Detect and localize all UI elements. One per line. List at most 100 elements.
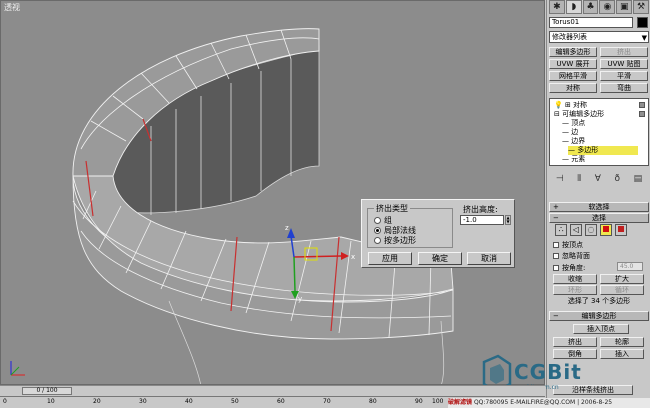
perspective-viewport[interactable]: x z y 透视 xyxy=(0,0,545,385)
mod-bend-button[interactable]: 弯曲 xyxy=(600,83,648,93)
display-tab-icon[interactable]: ▣ xyxy=(616,0,633,14)
viewport-label[interactable]: 透视 xyxy=(4,2,20,13)
loop-button[interactable]: 循环 xyxy=(600,285,644,295)
stack-item-element[interactable]: — 元素 xyxy=(562,155,585,164)
modifier-list-dropdown[interactable]: 修改器列表 ▼ xyxy=(549,31,649,43)
edge-mode-icon[interactable]: ◁ xyxy=(570,224,582,236)
tick-label: 0 xyxy=(3,398,7,405)
radio-by-polygon[interactable] xyxy=(374,237,381,244)
apply-button[interactable]: 应用 xyxy=(368,252,412,265)
ok-button[interactable]: 确定 xyxy=(418,252,462,265)
by-angle-label: 按角度: xyxy=(562,264,586,272)
object-color-swatch[interactable] xyxy=(637,17,648,28)
mod-uvw-unwrap-button[interactable]: UVW 展开 xyxy=(549,59,597,69)
motion-tab-icon[interactable]: ◉ xyxy=(599,0,616,14)
stack-toggle-icon[interactable] xyxy=(639,111,645,117)
stack-item-edge[interactable]: — 边 xyxy=(562,128,578,137)
extrusion-height-input[interactable]: -1.0 xyxy=(460,215,504,225)
mod-smooth-button[interactable]: 平滑 xyxy=(600,71,648,81)
extrusion-type-title: 挤出类型 xyxy=(374,203,410,214)
stack-item-vertex[interactable]: — 顶点 xyxy=(562,119,585,128)
tick-label: 80 xyxy=(369,398,377,405)
grow-button[interactable]: 扩大 xyxy=(600,274,644,284)
soft-selection-title: 软选择 xyxy=(588,203,610,211)
status-text: QQ:780095 E-MAILFIRE@QQ.COM | 2006-8-25 xyxy=(473,399,613,406)
stack-item-editable-poly[interactable]: ⊟ 可编辑多边形 xyxy=(554,110,604,119)
create-tab-icon[interactable]: ✱ xyxy=(549,0,565,14)
status-strip: 破解滤镜 QQ:780095 E-MAILFIRE@QQ.COM | 2006-… xyxy=(448,398,650,408)
mod-uvw-map-button[interactable]: UVW 贴图 xyxy=(600,59,648,69)
mod-symmetry-button[interactable]: 对称 xyxy=(549,83,597,93)
command-panel-tabs: ✱ ◗ ♣ ◉ ▣ ⚒ xyxy=(549,0,649,15)
modifier-list-label: 修改器列表 xyxy=(552,33,587,41)
stack-item-polygon[interactable]: — 多边形 xyxy=(568,146,638,155)
by-angle-checkbox[interactable]: 按角度: xyxy=(553,263,585,273)
configure-sets-icon[interactable]: ▤ xyxy=(634,174,643,184)
time-slider[interactable]: 0 / 100 xyxy=(22,387,72,395)
modifier-stack[interactable]: 💡 ⊞ 对称 ⊟ 可编辑多边形 — 顶点 — 边 — 边界 — 多边形 — 元素 xyxy=(549,98,649,166)
extrude-button[interactable]: 挤出 xyxy=(553,337,597,347)
hierarchy-tab-icon[interactable]: ♣ xyxy=(582,0,599,14)
collapse-icon: − xyxy=(553,312,559,320)
border-mode-icon[interactable]: ◌ xyxy=(585,224,597,236)
gizmo-y-label: y xyxy=(298,295,302,303)
gizmo-x-label: x xyxy=(351,253,355,261)
by-vertex-checkbox[interactable]: 按顶点 xyxy=(553,240,583,250)
radio-by-polygon-label: 按多边形 xyxy=(384,236,416,245)
stack-item-symmetry[interactable]: 💡 ⊞ 对称 xyxy=(554,101,587,110)
ring-button[interactable]: 环形 xyxy=(553,285,597,295)
cancel-button[interactable]: 取消 xyxy=(467,252,511,265)
stack-item-label: 可编辑多边形 xyxy=(562,110,605,118)
make-unique-icon[interactable]: ∀ xyxy=(595,174,601,184)
world-axis-tripod xyxy=(10,361,25,376)
stack-item-border[interactable]: — 边界 xyxy=(562,137,585,146)
mod-meshsmooth-button[interactable]: 网格平滑 xyxy=(549,71,597,81)
soft-selection-rollout[interactable]: + 软选择 xyxy=(549,202,649,212)
element-mode-icon[interactable] xyxy=(615,224,627,236)
polygon-mode-icon[interactable] xyxy=(600,224,612,236)
remove-modifier-icon[interactable]: ð xyxy=(614,174,620,184)
app-window: x z y 透视 挤出类型 组 局部法线 按多边形 挤出高度: -1.0 ▲ ▼… xyxy=(0,0,650,408)
outline-button[interactable]: 轮廓 xyxy=(600,337,644,347)
tick-label: 20 xyxy=(93,398,101,405)
stack-item-label: 多边形 xyxy=(577,146,599,154)
edit-polygons-rollout[interactable]: − 编辑多边形 xyxy=(549,311,649,321)
angle-input[interactable]: 45.0 xyxy=(617,262,643,271)
tick-label: 40 xyxy=(185,398,193,405)
expand-icon: + xyxy=(553,203,559,211)
vertex-mode-icon[interactable]: ∴ xyxy=(555,224,567,236)
edit-polygons-title: 编辑多边形 xyxy=(581,312,617,320)
checkbox[interactable] xyxy=(553,265,559,271)
time-slider-bar: 0 / 100 xyxy=(0,385,545,395)
stack-item-label: 边界 xyxy=(571,137,586,145)
tick-label: 50 xyxy=(231,398,239,405)
stack-item-label: 边 xyxy=(571,128,579,136)
utilities-tab-icon[interactable]: ⚒ xyxy=(633,0,649,14)
chevron-down-icon: ▼ xyxy=(641,34,647,42)
ignore-backfacing-checkbox[interactable]: 忽略背面 xyxy=(553,251,590,261)
object-name-field[interactable]: Torus01 xyxy=(549,17,633,28)
radio-group[interactable] xyxy=(374,217,381,224)
selection-rollout[interactable]: − 选择 xyxy=(549,213,649,223)
tick-label: 60 xyxy=(277,398,285,405)
extrusion-height-spinner[interactable]: ▲ ▼ xyxy=(505,215,511,225)
stack-item-label: 元素 xyxy=(571,155,586,163)
checkbox[interactable] xyxy=(553,253,559,259)
stack-toggle-icon[interactable] xyxy=(639,102,645,108)
selection-title: 选择 xyxy=(592,214,606,222)
pin-stack-icon[interactable]: ⊣ xyxy=(556,174,564,184)
shrink-button[interactable]: 收缩 xyxy=(553,274,597,284)
show-end-result-icon[interactable]: ⫴ xyxy=(577,174,581,184)
radio-by-polygon-option[interactable]: 按多边形 xyxy=(374,235,416,246)
subobject-icons: ∴ ◁ ◌ xyxy=(555,224,627,236)
insert-vertex-button[interactable]: 插入顶点 xyxy=(573,324,629,334)
mod-edit-poly-button[interactable]: 编辑多边形 xyxy=(549,47,597,57)
command-panel: ✱ ◗ ♣ ◉ ▣ ⚒ Torus01 修改器列表 ▼ 编辑多边形 挤出 UVW… xyxy=(546,0,650,408)
mod-extrude-button[interactable]: 挤出 xyxy=(600,47,648,57)
modify-tab-icon[interactable]: ◗ xyxy=(565,0,582,14)
radio-local-normal[interactable] xyxy=(374,227,381,234)
by-vertex-label: 按顶点 xyxy=(562,241,583,249)
tick-label: 10 xyxy=(47,398,55,405)
checkbox[interactable] xyxy=(553,242,559,248)
viewport-scene[interactable]: x z y xyxy=(1,1,545,385)
